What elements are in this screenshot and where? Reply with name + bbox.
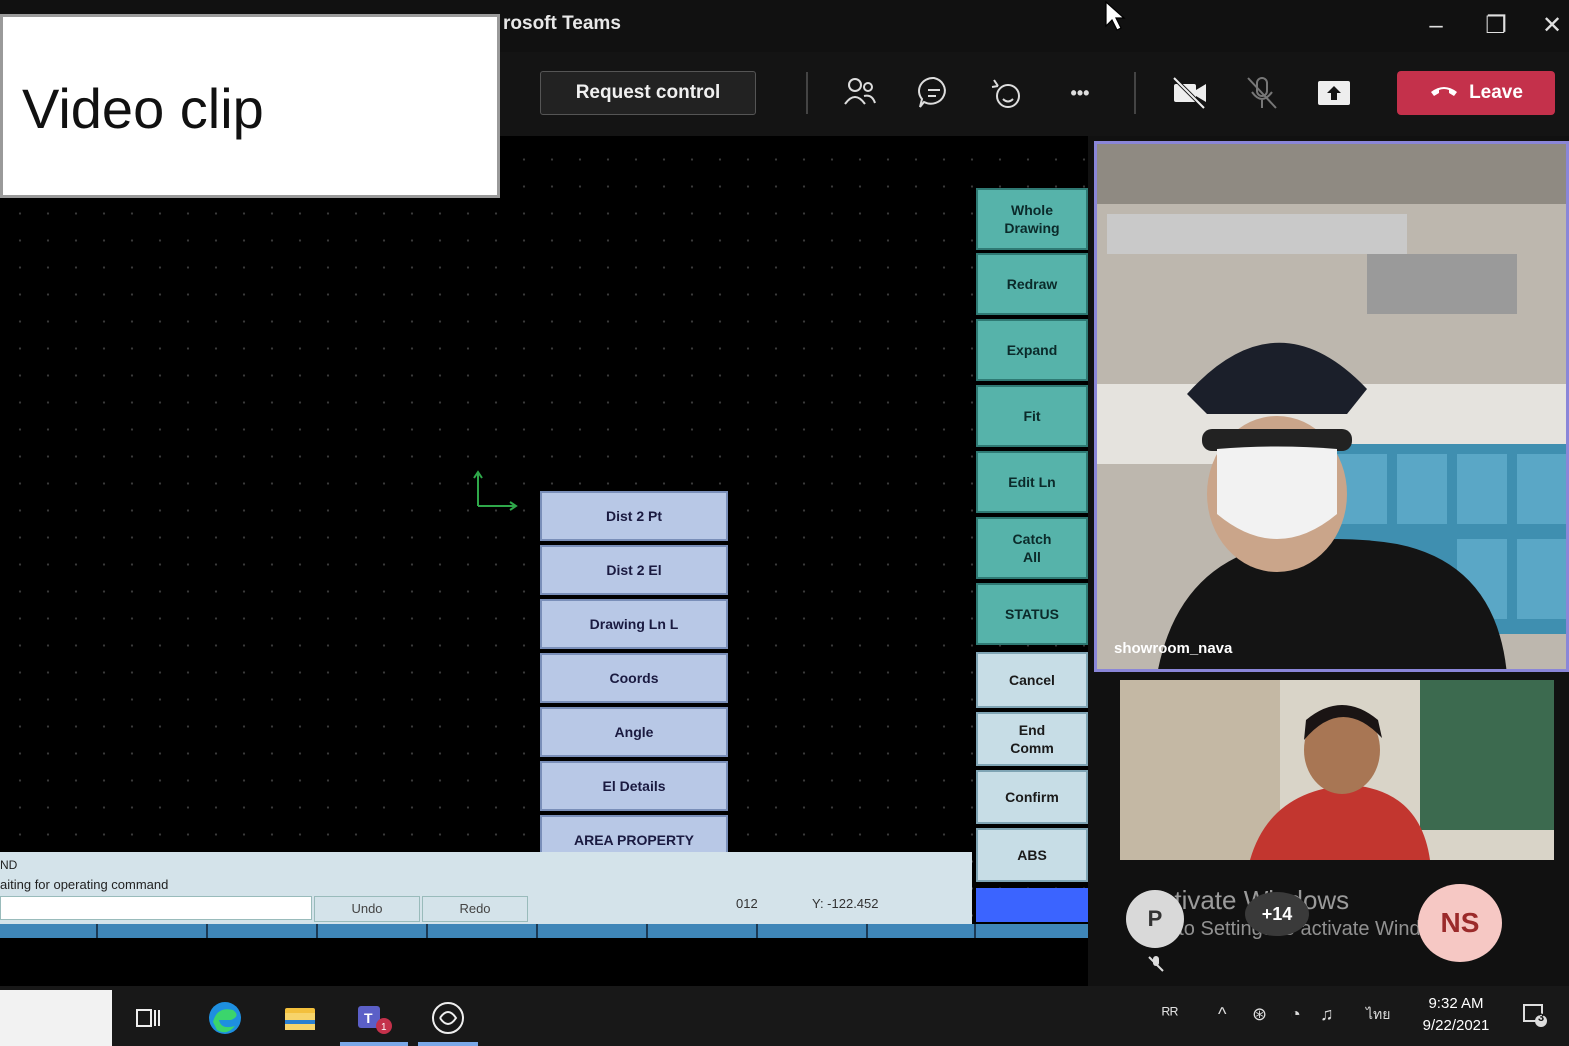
chevron-up-icon[interactable]: ^ <box>1218 1004 1226 1025</box>
participant-video-main[interactable] <box>1094 141 1569 672</box>
cad-side-button[interactable]: ABS <box>976 828 1088 882</box>
people-icon[interactable] <box>838 72 882 114</box>
toolbar-divider <box>1134 72 1136 114</box>
teams-app-icon[interactable]: T 1 <box>354 998 394 1038</box>
status-text: ND <box>0 858 18 872</box>
coordinate-y: Y: -122.452 <box>812 896 879 911</box>
cad-function-bar[interactable] <box>0 924 1088 938</box>
cad-side-button[interactable]: Catch All <box>976 517 1088 579</box>
axis-origin-icon <box>473 470 518 511</box>
cad-side-button[interactable]: Edit Ln <box>976 451 1088 513</box>
app-icon[interactable] <box>428 998 468 1038</box>
video-feed-image <box>1120 680 1554 860</box>
cad-side-button[interactable]: Whole Drawing <box>976 188 1088 250</box>
participant-name: showroom_nava <box>1114 640 1233 657</box>
wifi-icon[interactable]: ◔ <box>1290 1004 1301 1025</box>
edge-browser-icon[interactable] <box>205 998 245 1038</box>
active-app-indicator <box>340 1042 408 1046</box>
svg-text:1: 1 <box>381 1022 387 1033</box>
avatar-p[interactable]: P <box>1126 890 1184 948</box>
cad-side-button[interactable]: Confirm <box>976 770 1088 824</box>
status-message: aiting for operating command <box>0 877 169 892</box>
volume-icon[interactable]: ♫ <box>1320 1004 1334 1025</box>
measure-menu-item[interactable]: Coords <box>540 653 728 703</box>
meet-now-icon[interactable]: ⊛ <box>1252 1004 1267 1025</box>
toolbar-divider <box>806 72 808 114</box>
notification-count: 3 <box>1538 1012 1545 1024</box>
taskbar-search-box[interactable] <box>0 990 112 1046</box>
camera-off-icon[interactable] <box>1168 72 1212 114</box>
file-explorer-icon[interactable] <box>280 998 320 1038</box>
video-feed-image <box>1097 144 1566 669</box>
cad-side-indicator <box>976 888 1088 922</box>
redo-button[interactable]: Redo <box>422 896 528 922</box>
cad-side-button[interactable]: Expand <box>976 319 1088 381</box>
people-tray-icon[interactable]: ᴿᴿ <box>1162 1004 1178 1025</box>
task-view-icon[interactable] <box>128 998 168 1038</box>
cad-side-button[interactable]: Redraw <box>976 253 1088 315</box>
minimize-button[interactable]: – <box>1416 6 1456 46</box>
leave-label: Leave <box>1469 82 1523 104</box>
phone-hangup-icon <box>1429 71 1459 115</box>
avatar-ns[interactable]: NS <box>1418 884 1502 962</box>
measure-menu-item[interactable]: Angle <box>540 707 728 757</box>
close-button[interactable]: ✕ <box>1532 6 1569 46</box>
window-title: rosoft Teams <box>503 13 621 34</box>
clock-time: 9:32 AM <box>1428 995 1484 1012</box>
undo-button[interactable]: Undo <box>314 896 420 922</box>
measure-menu-item[interactable]: Drawing Ln L <box>540 599 728 649</box>
more-options-icon[interactable]: ••• <box>1058 72 1102 114</box>
request-control-button[interactable]: Request control <box>540 71 756 115</box>
active-app-indicator <box>418 1042 478 1046</box>
system-clock[interactable]: 9:32 AM 9/22/2021 <box>1408 993 1504 1037</box>
coordinate-x: 012 <box>736 896 758 911</box>
mic-off-icon[interactable] <box>1240 72 1284 114</box>
chat-icon[interactable] <box>912 72 956 114</box>
command-input[interactable] <box>0 896 312 920</box>
video-clip-label: Video clip <box>22 77 264 140</box>
cad-side-button[interactable]: Cancel <box>976 652 1088 708</box>
more-participants-badge[interactable]: +14 <box>1245 892 1309 936</box>
cad-side-button[interactable]: STATUS <box>976 583 1088 645</box>
mouse-cursor-icon <box>1105 0 1126 31</box>
language-indicator[interactable]: ไทย <box>1366 1004 1390 1026</box>
share-screen-icon[interactable] <box>1312 72 1356 114</box>
measure-menu-item[interactable]: El Details <box>540 761 728 811</box>
maximize-button[interactable]: ❐ <box>1476 6 1516 46</box>
measure-menu-item[interactable]: Dist 2 El <box>540 545 728 595</box>
measure-menu-item[interactable]: Dist 2 Pt <box>540 491 728 541</box>
cad-side-button[interactable]: End Comm <box>976 712 1088 766</box>
cad-side-button[interactable]: Fit <box>976 385 1088 447</box>
leave-button[interactable]: Leave <box>1397 71 1555 115</box>
clock-date: 9/22/2021 <box>1422 1017 1490 1034</box>
svg-text:T: T <box>364 1010 373 1026</box>
participant-video-secondary[interactable] <box>1120 680 1554 860</box>
reactions-icon[interactable] <box>984 72 1028 114</box>
mic-muted-icon <box>1148 956 1164 972</box>
